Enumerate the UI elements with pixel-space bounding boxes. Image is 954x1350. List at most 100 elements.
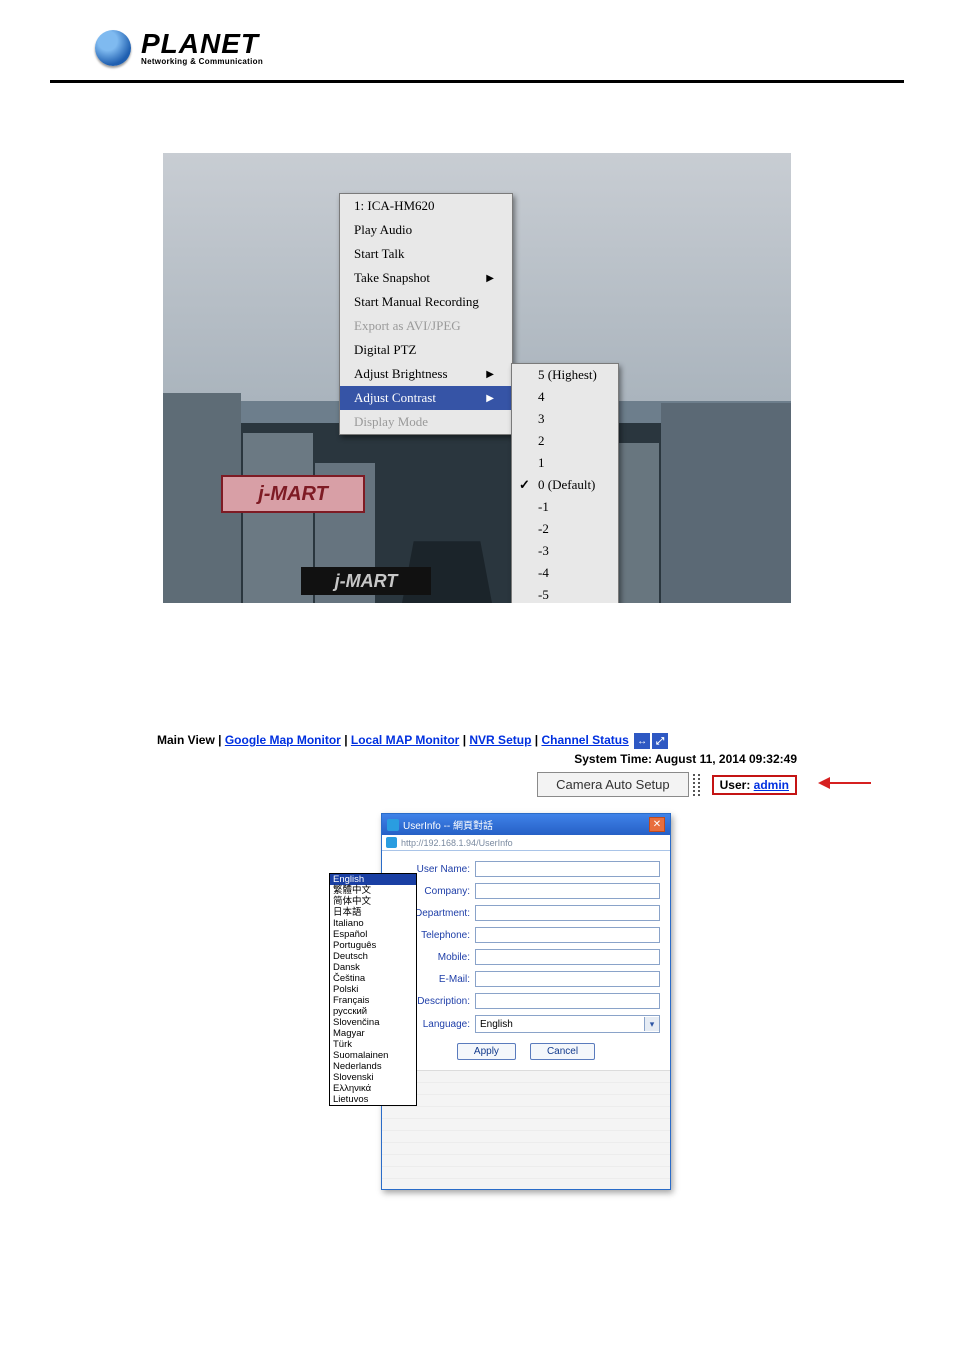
option-label: -4 [538,565,549,580]
lang-option-german[interactable]: Deutsch [330,951,416,962]
dialog-titlebar[interactable]: UserInfo -- 網頁對話 ✕ [382,814,670,835]
context-menu-label: Play Audio [354,222,412,238]
lang-option-danish[interactable]: Dansk [330,962,416,973]
dialog-url-bar: http://192.168.1.94/UserInfo [382,835,670,851]
lang-option-finnish[interactable]: Suomalainen [330,1050,416,1061]
select-language[interactable]: English ▾ [475,1015,660,1033]
option-label: 3 [538,411,545,426]
lang-option-greek[interactable]: Ελληνικά [330,1083,416,1094]
dialog-empty-area [382,1070,670,1189]
user-label: User: [720,778,754,792]
input-email[interactable] [475,971,660,987]
context-menu-camera[interactable]: 1: ICA-HM620 [340,194,512,218]
contrast-submenu: 5 (Highest) 4 3 2 1 ✓ 0 (Default) -1 -2 -… [511,363,619,603]
lang-option-trad-ch[interactable]: 繁體中文 [330,885,416,896]
context-menu-take-snapshot[interactable]: Take Snapshot ▶ [340,266,512,290]
option-label: 1 [538,455,545,470]
language-dropdown: English 繁體中文 简体中文 日本語 Italiano Español P… [329,873,417,1106]
contrast-option-5[interactable]: 5 (Highest) [512,364,618,386]
lang-option-lithuanian[interactable]: Lietuvos [330,1094,416,1105]
context-menu-label: Adjust Contrast [354,390,436,406]
contrast-option-0[interactable]: ✓ 0 (Default) [512,474,618,496]
option-label: 5 (Highest) [538,367,597,382]
option-label: 0 (Default) [538,477,595,492]
stretch-icon[interactable]: ↔ [634,733,650,749]
current-user: User: admin [712,775,797,795]
nav-google-map[interactable]: Google Map Monitor [225,733,341,747]
system-time: System Time: August 11, 2014 09:32:49 [157,752,797,766]
contrast-option-3[interactable]: 3 [512,408,618,430]
context-menu-display-mode: Display Mode [340,410,512,434]
store-sign-lower: j-MART [301,567,431,595]
lang-option-polish[interactable]: Polski [330,984,416,995]
input-telephone[interactable] [475,927,660,943]
nav-channel-status[interactable]: Channel Status [541,733,628,747]
header-rule [50,80,904,83]
input-company[interactable] [475,883,660,899]
lang-option-spanish[interactable]: Español [330,929,416,940]
cancel-button[interactable]: Cancel [530,1043,595,1060]
system-time-label: System Time: [574,752,655,766]
option-label: 2 [538,433,545,448]
context-menu-adjust-contrast[interactable]: Adjust Contrast ▶ [340,386,512,410]
lang-option-portuguese[interactable]: Português [330,940,416,951]
chevron-down-icon: ▾ [644,1017,659,1031]
option-label: 4 [538,389,545,404]
user-link[interactable]: admin [754,778,789,792]
input-description[interactable] [475,993,660,1009]
contrast-option-m5[interactable]: -5 [512,584,618,603]
lang-option-slovak[interactable]: Slovenčina [330,1017,416,1028]
nav-main-view[interactable]: Main View [157,733,215,747]
lang-option-russian[interactable]: русский [330,1006,416,1017]
contrast-option-m1[interactable]: -1 [512,496,618,518]
contrast-option-m3[interactable]: -3 [512,540,618,562]
nav-local-map[interactable]: Local MAP Monitor [351,733,459,747]
context-menu-label: Digital PTZ [354,342,416,358]
context-menu-label: Take Snapshot [354,270,430,286]
submenu-arrow-icon: ▶ [486,369,494,380]
context-menu-label: Start Talk [354,246,404,262]
callout-arrow-icon [815,774,873,792]
nav-nvr-setup[interactable]: NVR Setup [469,733,531,747]
input-department[interactable] [475,905,660,921]
context-menu-start-talk[interactable]: Start Talk [340,242,512,266]
drag-handle-icon[interactable] [693,774,700,796]
context-menu-start-recording[interactable]: Start Manual Recording [340,290,512,314]
lang-option-japanese[interactable]: 日本語 [330,907,416,918]
lang-option-english[interactable]: English [330,874,416,885]
check-icon: ✓ [519,477,530,493]
lang-option-french[interactable]: Français [330,995,416,1006]
lang-option-simp-ch[interactable]: 简体中文 [330,896,416,907]
camera-auto-setup-button[interactable]: Camera Auto Setup [537,772,688,797]
input-username[interactable] [475,861,660,877]
lang-option-dutch[interactable]: Nederlands [330,1061,416,1072]
input-mobile[interactable] [475,949,660,965]
lang-option-czech[interactable]: Čeština [330,973,416,984]
dialog-title: UserInfo -- 網頁對話 [403,817,493,832]
contrast-option-m2[interactable]: -2 [512,518,618,540]
camera-view[interactable]: j-MART j-MART 1: ICA-HM620 Play Audio St… [163,153,791,603]
submenu-arrow-icon: ▶ [486,393,494,404]
context-menu-label: Export as AVI/JPEG [354,318,461,334]
top-nav: Main View | Google Map Monitor | Local M… [157,733,797,749]
apply-button[interactable]: Apply [457,1043,516,1060]
contrast-option-m4[interactable]: -4 [512,562,618,584]
context-menu-play-audio[interactable]: Play Audio [340,218,512,242]
fullscreen-icon[interactable]: ⤢ [652,733,668,749]
lang-option-slovenian[interactable]: Slovenski [330,1072,416,1083]
close-icon[interactable]: ✕ [649,817,665,832]
ie-icon [387,819,399,831]
globe-icon [95,30,131,66]
dialog-url: http://192.168.1.94/UserInfo [401,838,513,848]
lang-option-hungarian[interactable]: Magyar [330,1028,416,1039]
submenu-arrow-icon: ▶ [486,273,494,284]
contrast-option-4[interactable]: 4 [512,386,618,408]
context-menu-adjust-brightness[interactable]: Adjust Brightness ▶ [340,362,512,386]
lang-option-italian[interactable]: Italiano [330,918,416,929]
context-menu-label: Adjust Brightness [354,366,448,382]
lang-option-turkish[interactable]: Türk [330,1039,416,1050]
contrast-option-1[interactable]: 1 [512,452,618,474]
context-menu-digital-ptz[interactable]: Digital PTZ [340,338,512,362]
system-time-value: August 11, 2014 09:32:49 [655,752,797,766]
contrast-option-2[interactable]: 2 [512,430,618,452]
